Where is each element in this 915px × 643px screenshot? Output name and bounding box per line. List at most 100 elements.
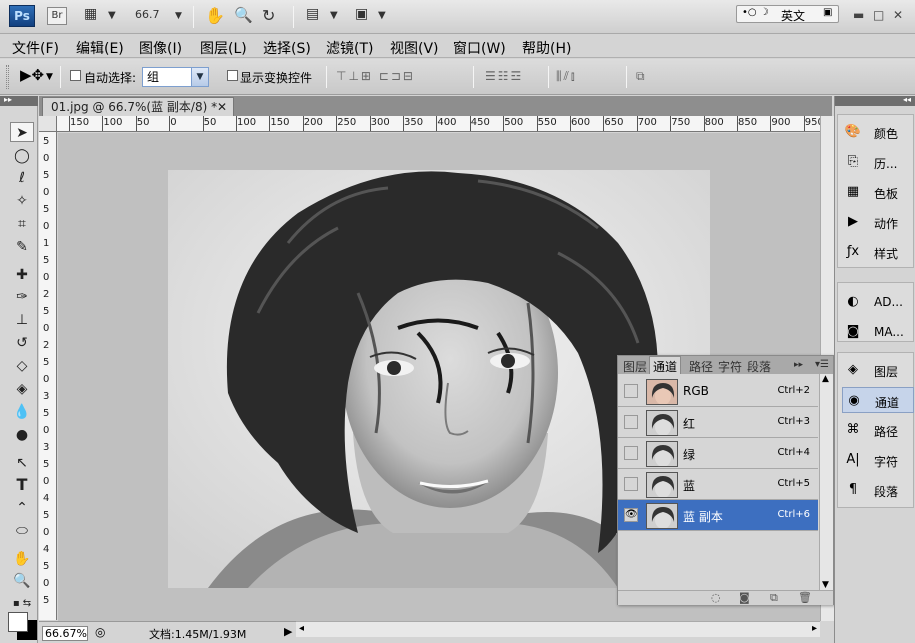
menu-help[interactable]: 帮助(H)	[522, 38, 571, 58]
healing-brush-tool-icon[interactable]: ✚	[10, 265, 34, 285]
ime-menu-icon[interactable]: ▣	[823, 7, 832, 18]
channel-row[interactable]: 👁 蓝 副本 Ctrl+6	[618, 500, 818, 531]
status-arrow-icon[interactable]: ▶	[284, 625, 292, 638]
bridge-button[interactable]: Br	[47, 7, 67, 25]
panel-menu-icon[interactable]: ▾☰	[815, 359, 829, 370]
hand-tool-icon[interactable]: ✋	[10, 549, 34, 569]
load-selection-icon[interactable]: ◌	[711, 591, 721, 604]
arrange-documents-icon[interactable]: ▤	[306, 6, 319, 22]
horizontal-ruler[interactable]: 150 100 50 0 50 100 150 200 250 300 350 400 450 500 55…	[57, 116, 820, 132]
pen-tool-icon[interactable]: ⌃	[10, 498, 34, 518]
move-tool-icon[interactable]: ➤	[10, 122, 34, 142]
channel-row[interactable]: 绿 Ctrl+4	[618, 438, 818, 469]
chevron-down-icon[interactable]: ▼	[378, 10, 386, 21]
vertical-ruler[interactable]: 5 0 5 0 5 0 1 5 0 2 5 0 2 5 0 3 5 0 3 5 0 4 5 0 4 5 0 5	[39, 132, 57, 620]
dock-item-adjustments[interactable]: ◐ AD...	[842, 289, 914, 315]
rotate-view-icon[interactable]: ↻	[262, 6, 275, 25]
marquee-tool-icon[interactable]: ◯	[10, 146, 34, 166]
film-strip-icon[interactable]: ▦	[84, 6, 97, 22]
chevron-down-icon[interactable]: ▼	[330, 10, 338, 21]
close-icon[interactable]: ✕	[217, 98, 227, 116]
status-menu-icon[interactable]: ◎	[95, 625, 105, 639]
save-selection-icon[interactable]: ◙	[739, 591, 750, 604]
new-channel-icon[interactable]: ⧉	[770, 591, 778, 605]
channel-row[interactable]: 蓝 Ctrl+5	[618, 469, 818, 500]
tab-paths[interactable]: 路径	[689, 358, 713, 375]
zoom-level-field[interactable]: 66.7 ▼	[135, 8, 182, 21]
visibility-toggle[interactable]	[624, 446, 638, 460]
chevron-down-icon[interactable]: ▼	[108, 10, 116, 21]
brush-tool-icon[interactable]: ✑	[10, 287, 34, 307]
dock-item-styles[interactable]: ƒx 样式	[842, 239, 914, 265]
scroll-right-icon[interactable]: ▸	[812, 623, 817, 634]
auto-select-dropdown[interactable]: 组 ▼	[142, 67, 209, 87]
clone-stamp-tool-icon[interactable]: ⊥	[10, 310, 34, 330]
eyedropper-tool-icon[interactable]: ✎	[10, 237, 34, 257]
visibility-toggle[interactable]	[624, 477, 638, 491]
distribute-vertical-icons[interactable]: ☰☷☲	[485, 69, 523, 83]
dock-item-swatches[interactable]: ▦ 色板	[842, 179, 914, 205]
horizontal-scrollbar[interactable]: ◂ ▸	[296, 621, 820, 637]
menu-select[interactable]: 选择(S)	[263, 38, 311, 58]
chevron-down-icon[interactable]: ▼	[46, 72, 53, 82]
menu-window[interactable]: 窗口(W)	[453, 38, 506, 58]
paint-bucket-tool-icon[interactable]: ◈	[10, 379, 34, 399]
menu-filter[interactable]: 滤镜(T)	[326, 38, 373, 58]
blur-tool-icon[interactable]: 💧	[10, 402, 34, 422]
distribute-horizontal-icons[interactable]: ⫼⫽⫾	[556, 69, 577, 84]
dock-item-paragraph[interactable]: ¶ 段落	[842, 477, 914, 503]
visibility-toggle[interactable]	[624, 415, 638, 429]
dodge-tool-icon[interactable]: ●	[10, 425, 34, 445]
menu-file[interactable]: 文件(F)	[12, 38, 59, 58]
ruler-origin[interactable]	[39, 116, 57, 132]
zoom-field[interactable]: 66.67%	[42, 626, 88, 641]
menu-view[interactable]: 视图(V)	[390, 38, 439, 58]
dock-item-masks[interactable]: ◙ MA...	[842, 319, 914, 345]
scroll-up-icon[interactable]: ▲	[822, 374, 829, 384]
shape-tool-icon[interactable]: ⬭	[10, 521, 34, 541]
eraser-tool-icon[interactable]: ◇	[10, 356, 34, 376]
tab-paragraph[interactable]: 段落	[747, 358, 771, 375]
auto-align-icon[interactable]: ⧉	[636, 69, 647, 84]
channel-row[interactable]: RGB Ctrl+2	[618, 376, 818, 407]
crop-tool-icon[interactable]: ⌗	[10, 214, 34, 234]
dock-item-layers[interactable]: ◈ 图层	[842, 357, 914, 383]
zoom-tool-icon[interactable]: 🔍	[10, 571, 34, 591]
tab-channels[interactable]: 通道	[649, 356, 682, 374]
eye-icon[interactable]: 👁	[624, 508, 638, 522]
path-selection-tool-icon[interactable]: ↖	[10, 453, 34, 473]
visibility-toggle[interactable]	[624, 384, 638, 398]
tab-layers[interactable]: 图层	[623, 358, 647, 375]
auto-select-checkbox[interactable]	[70, 70, 81, 81]
screen-mode-icon[interactable]: ▣	[355, 6, 368, 22]
lasso-tool-icon[interactable]: ℓ	[10, 168, 34, 188]
dock-item-character[interactable]: A| 字符	[842, 447, 914, 473]
dock-item-channels[interactable]: ◉ 通道	[842, 387, 914, 413]
tools-panel-header[interactable]: ▸▸	[0, 95, 38, 106]
minimize-button[interactable]: ▬	[853, 8, 864, 22]
dock-header[interactable]: ◂◂	[835, 95, 915, 106]
close-button[interactable]: ✕	[893, 8, 903, 22]
menu-image[interactable]: 图像(I)	[139, 38, 182, 58]
magic-wand-tool-icon[interactable]: ✧	[10, 191, 34, 211]
channels-scrollbar[interactable]: ▲ ▼	[819, 374, 833, 590]
scroll-down-icon[interactable]: ▼	[822, 580, 829, 590]
delete-channel-icon[interactable]: 🗑	[798, 591, 812, 604]
swap-colors-icon[interactable]: ▪ ⇆	[10, 594, 34, 614]
dock-item-paths[interactable]: ⌘ 路径	[842, 417, 914, 443]
align-icons[interactable]: ⊤⊥⊞ ⊏⊐⊟	[336, 69, 415, 83]
dock-item-actions[interactable]: ▶ 动作	[842, 209, 914, 235]
zoom-icon[interactable]: 🔍	[234, 6, 253, 24]
scroll-left-icon[interactable]: ◂	[299, 623, 304, 634]
move-tool-preset-icon[interactable]: ▶✥	[20, 66, 44, 84]
show-transform-checkbox[interactable]	[227, 70, 238, 81]
type-tool-icon[interactable]: T	[10, 475, 34, 495]
maximize-button[interactable]: □	[873, 8, 884, 22]
input-method-indicator[interactable]: •○ ☽ 英文 ▣	[736, 5, 839, 23]
tab-character[interactable]: 字符	[718, 358, 742, 375]
document-tab[interactable]: 01.jpg @ 66.7%(蓝 副本/8) * ✕	[42, 97, 234, 116]
menu-layer[interactable]: 图层(L)	[200, 38, 247, 58]
menu-edit[interactable]: 编辑(E)	[76, 38, 124, 58]
foreground-color-swatch[interactable]	[8, 612, 28, 632]
collapse-icon[interactable]: ▸▸	[794, 360, 803, 370]
